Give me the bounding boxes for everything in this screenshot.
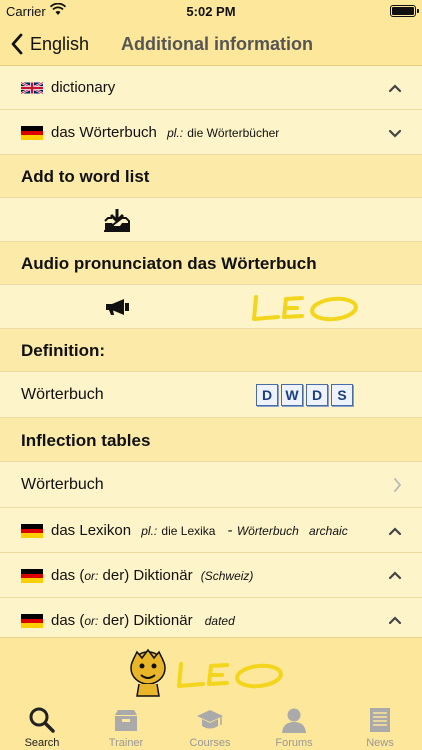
person-icon [282, 708, 306, 733]
inflection-word: Wörterbuch [21, 476, 104, 493]
german-word: das Wörterbuch [51, 124, 157, 141]
entry-row-german[interactable]: das Wörterbuch pl.: die Wörterbücher [0, 110, 422, 155]
tab-courses[interactable]: Courses [168, 706, 252, 750]
german-flag-icon [21, 524, 43, 539]
status-bar: Carrier 5:02 PM [0, 0, 422, 22]
section-title: Add to word list [21, 167, 150, 186]
chevron-up-icon[interactable] [388, 83, 402, 93]
german-flag-icon [21, 614, 43, 629]
chevron-up-icon[interactable] [388, 615, 402, 625]
megaphone-icon[interactable] [104, 299, 130, 315]
section-header-audio: Audio pronunciaton das Wörterbuch [0, 242, 422, 285]
or-label: or: [84, 614, 99, 628]
leo-lion-icon [130, 648, 166, 697]
tab-trainer[interactable]: Trainer [84, 706, 168, 750]
newspaper-icon [370, 708, 390, 732]
dwds-logo[interactable]: D W D S [256, 384, 353, 406]
german-word-line: das Wörterbuch pl.: die Wörterbücher [51, 124, 279, 141]
trainer-box-icon [115, 710, 137, 731]
chevron-up-icon[interactable] [388, 526, 402, 536]
related-entry-row[interactable]: das (or: der) Diktionär dated [0, 598, 422, 637]
word-list-row [0, 198, 422, 242]
plural-prefix: pl.: [141, 524, 158, 538]
usage-note: archaic [309, 524, 348, 538]
section-header-definition: Definition: [0, 329, 422, 372]
tab-news[interactable]: News [338, 706, 422, 750]
back-label: English [30, 33, 90, 54]
related-word-part: der) Diktionär [98, 567, 193, 584]
related-word-part: der) Diktionär [98, 612, 193, 629]
dwds-letter: S [331, 384, 353, 406]
plural-form: die Wörterbücher [187, 126, 280, 140]
download-tray-icon[interactable] [104, 208, 130, 232]
graduation-cap-icon [197, 710, 223, 729]
leo-wordmark [177, 662, 283, 689]
plural-form: die Lexika [161, 524, 216, 538]
definition-word: Wörterbuch [21, 386, 104, 403]
detail-list: dictionary das Wörterbuch pl.: die Wörte… [0, 66, 422, 637]
tab-label: Courses [189, 737, 231, 749]
german-flag-icon [21, 569, 43, 584]
related-word-part: das ( [51, 567, 85, 584]
search-icon [29, 707, 55, 733]
reference-word: Wörterbuch [236, 524, 299, 538]
tab-forums[interactable]: Forums [252, 706, 336, 750]
chevron-right-icon [394, 478, 402, 492]
dwds-letter: W [281, 384, 303, 406]
related-word-part: das ( [51, 612, 85, 629]
section-title: Definition: [21, 341, 106, 360]
plural-prefix: pl.: [167, 126, 184, 140]
usage-note: (Schweiz) [200, 569, 254, 583]
navigation-bar: English Additional information [0, 22, 422, 66]
back-button[interactable]: English [10, 30, 89, 58]
chevron-up-icon[interactable] [388, 570, 402, 580]
english-word: dictionary [51, 79, 116, 96]
related-entry-text: das (or: der) Diktionär dated [51, 612, 235, 629]
related-word: das Lexikon [51, 522, 132, 539]
related-entry-text: das Lexikon pl.: die Lexika - Wörterbuch… [51, 522, 348, 539]
entry-row-english[interactable]: dictionary [0, 66, 422, 110]
german-flag-icon [21, 126, 43, 141]
tab-label: Trainer [108, 737, 144, 749]
tab-label: News [366, 737, 394, 749]
dash: - [227, 522, 233, 539]
tab-search[interactable]: Search [0, 706, 84, 750]
leo-wordmark [252, 295, 358, 322]
audio-row [0, 285, 422, 329]
section-header-word-list: Add to word list [0, 155, 422, 198]
section-title: Inflection tables [21, 431, 151, 450]
leo-logo [128, 648, 292, 700]
related-entry-row[interactable]: das Lexikon pl.: die Lexika - Wörterbuch… [0, 508, 422, 553]
chevron-down-icon[interactable] [388, 128, 402, 138]
dwds-letter: D [256, 384, 278, 406]
section-header-inflection: Inflection tables [0, 418, 422, 462]
usage-note: dated [204, 614, 235, 628]
dwds-letter: D [306, 384, 328, 406]
uk-flag-icon [21, 81, 43, 95]
or-label: or: [84, 569, 99, 583]
tab-bar: Search Trainer Courses Forums News [0, 637, 422, 750]
tab-label: Search [24, 737, 60, 749]
section-title: Audio pronunciaton das Wörterbuch [21, 254, 317, 273]
battery-icon [390, 5, 419, 17]
definition-row[interactable]: Wörterbuch D W D S [0, 372, 422, 418]
status-time: 5:02 PM [186, 4, 236, 19]
page-title: Additional information [121, 34, 313, 54]
inflection-row[interactable]: Wörterbuch [0, 462, 422, 508]
tab-label: Forums [275, 737, 313, 749]
related-entry-row[interactable]: das (or: der) Diktionär (Schweiz) [0, 553, 422, 598]
chevron-left-icon [11, 33, 23, 55]
related-entry-text: das (or: der) Diktionär (Schweiz) [51, 567, 253, 584]
